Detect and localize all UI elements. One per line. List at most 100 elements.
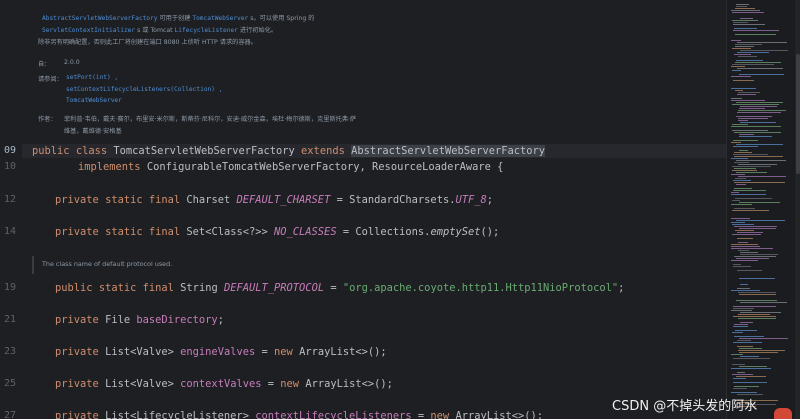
minimap-line [731,244,758,245]
code-line[interactable]: private static final Set<Class<?>> NO_CL… [55,225,499,239]
minimap-line [733,180,751,181]
minimap-line [732,104,779,105]
doc-see-link[interactable]: setContextLifecycleListeners(Collection)… [66,86,222,93]
doc-link[interactable]: LifecycleListener [175,27,238,34]
minimap-line [733,378,746,379]
inline-doc-text: The class name of default protocol used. [42,260,173,268]
minimap-line [737,346,753,347]
minimap-line [731,88,756,89]
line-number: 09 [3,145,16,156]
minimap-line [731,246,760,247]
minimap-line [736,4,749,5]
line-number: 14 [3,226,16,237]
minimap-line [740,254,778,255]
minimap-line [733,358,770,359]
minimap-line [731,76,751,77]
doc-see-link[interactable]: setPort(int) , [66,74,118,81]
minimap-line [739,150,748,151]
minimap-line [734,208,755,209]
code-line[interactable]: private List<Valve> contextValves = new … [55,377,393,391]
minimap-line [739,278,775,279]
minimap-line [738,350,785,351]
minimap-line [732,224,754,225]
doc-see-label: 请参阅： [38,76,63,83]
minimap-line [732,170,757,171]
code-line[interactable]: private static final Charset DEFAULT_CHA… [55,193,493,207]
code-line[interactable]: private List<LifecycleListener> contextL… [55,409,543,419]
minimap-line [737,232,763,233]
doc-link[interactable]: ServletContextInitializer [42,27,135,34]
minimap-line [732,166,771,167]
doc-since-value: 2.0.0 [64,59,80,66]
minimap-line [738,118,768,119]
minimap-line [734,152,752,153]
minimap-line [733,140,758,141]
minimap-line [735,178,746,179]
line-number: 25 [3,378,16,389]
minimap-line [733,316,776,317]
code-line[interactable]: implements ConfigurableTomcatWebServerFa… [78,160,503,174]
minimap-line [738,292,776,293]
doc-since-label: 自： [38,61,51,68]
minimap-line [738,318,776,319]
minimap-line [738,314,770,315]
minimap-line [739,294,776,295]
minimap-line [736,258,769,259]
minimap-line [732,124,748,125]
minimap-line [735,46,754,47]
code-line[interactable]: private File baseDirectory; [55,313,224,327]
doc-link[interactable]: AbstractServletWebServerFactory [42,15,157,22]
minimap-line [733,154,768,155]
minimap-line [734,132,781,133]
minimap-line [734,28,757,29]
line-number: 27 [3,410,16,419]
minimap-line [739,108,765,109]
minimap-line [733,308,754,309]
code-line[interactable]: public class TomcatServletWebServerFacto… [32,144,546,158]
code-line[interactable]: private List<Valve> engineValves = new A… [55,345,387,359]
minimap-line [731,290,760,291]
scrollbar-thumb[interactable] [796,54,800,174]
minimap-line [736,184,746,185]
minimap-line [739,134,754,135]
doc-description: 除非另有明确配置，否则此工厂将创建在端口 8080 上侦听 HTTP 请求的容器… [38,39,257,46]
minimap-line [736,144,783,145]
minimap-line [731,354,743,355]
code-editor[interactable]: 09 10 12 14 19 21 23 25 27 AbstractServl… [0,0,726,419]
minimap-line [735,62,781,63]
vertical-scrollbar[interactable] [795,0,800,419]
code-minimap[interactable] [726,0,800,419]
minimap-line [731,40,741,41]
minimap-line [731,204,752,205]
csdn-watermark: CSDN @不掉头发的阿水 [612,399,758,414]
doc-authors: 菲利普·韦伯，戴夫·赛尔，布里安·米尔斯，斯蒂芬·尼科尔，安迪·威尔金森，埃杜·… [64,116,357,123]
minimap-line [737,238,753,239]
minimap-line [733,190,766,191]
minimap-line [731,260,758,261]
minimap-line [738,92,760,93]
minimap-line [734,156,783,157]
line-number: 10 [3,161,16,172]
minimap-line [738,242,748,243]
minimap-line [735,34,776,35]
doc-link[interactable]: TomcatWebServer [192,15,248,22]
minimap-line [733,146,758,147]
minimap-line [734,168,756,169]
minimap-line [735,230,754,231]
minimap-line [739,202,780,203]
class-name: TomcatServletWebServerFactory [113,145,295,157]
doc-see-link[interactable]: TomcatWebServer [66,97,122,104]
code-line[interactable]: public static final String DEFAULT_PROTO… [55,281,624,295]
minimap-line [736,6,747,7]
minimap-line [736,300,777,301]
minimap-line [733,326,748,327]
minimap-line [732,200,740,201]
minimap-line [733,22,748,23]
line-number-gutter[interactable]: 09 10 12 14 19 21 23 25 27 [0,0,22,419]
minimap-line [731,368,771,369]
minimap-line [738,56,757,57]
minimap-line [731,310,752,311]
line-number: 23 [3,346,16,357]
minimap-line [734,162,749,163]
minimap-line [738,176,786,177]
